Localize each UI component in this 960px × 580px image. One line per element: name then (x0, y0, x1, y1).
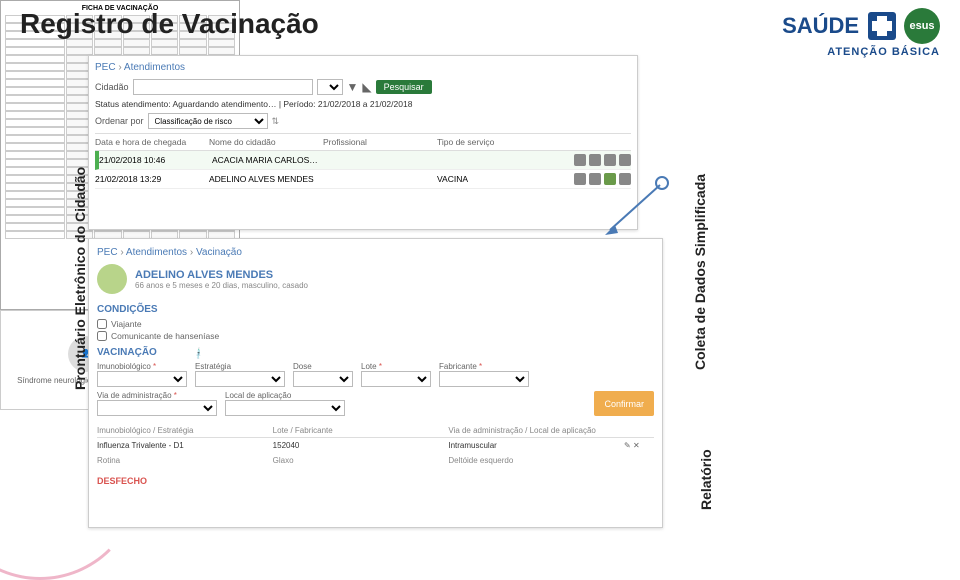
section-condicoes: CONDIÇÕES (97, 304, 654, 315)
patient-info: 66 anos e 5 meses e 20 dias, masculino, … (135, 281, 308, 290)
breadcrumb-pec[interactable]: PEC (95, 62, 116, 73)
status-line: Status atendimento: Aguardando atendimen… (95, 99, 631, 109)
action-icon[interactable] (619, 154, 631, 166)
lote-select[interactable] (361, 371, 431, 387)
logo-esus: esus (904, 8, 940, 44)
table-row[interactable]: 21/02/2018 13:29ADELINO ALVES MENDES VAC… (95, 170, 631, 189)
breadcrumb-atend: Atendimentos (124, 62, 185, 73)
sort-icon[interactable]: ⇅ (272, 116, 280, 127)
search-button[interactable]: Pesquisar (376, 80, 432, 94)
label-relatorio: Relatório (698, 430, 714, 510)
ordenar-label: Ordenar por (95, 116, 144, 126)
dose-select[interactable] (293, 371, 353, 387)
table-row[interactable]: 21/02/2018 10:46ACACIA MARIA CARLOS… (95, 151, 631, 170)
breadcrumb: PEC › Atendimentos › Vacinação (97, 247, 654, 258)
ordenar-select[interactable]: Classificação de risco (148, 113, 268, 129)
section-vacinacao: VACINAÇÃO (97, 347, 654, 358)
cross-icon (868, 12, 896, 40)
logo-subtitle: ATENÇÃO BÁSICA (782, 46, 940, 58)
estrategia-select[interactable] (195, 371, 285, 387)
section-desfecho: DESFECHO (97, 476, 654, 486)
local-select[interactable] (225, 400, 345, 416)
imuno-select[interactable] (97, 371, 187, 387)
action-icon[interactable] (589, 154, 601, 166)
avatar (97, 264, 127, 294)
applied-table: Imunobiológico / EstratégiaLote / Fabric… (97, 424, 654, 468)
vacinacao-panel: PEC › Atendimentos › Vacinação ADELINO A… (88, 238, 663, 528)
callout-arrow (600, 175, 670, 245)
chk-viajante[interactable]: Viajante (97, 319, 654, 329)
label-cds: Coleta de Dados Simplificada (692, 110, 708, 370)
logo-area: SAÚDE esus ATENÇÃO BÁSICA (782, 8, 940, 58)
filter-icon[interactable]: ▼ (347, 80, 359, 94)
action-icon[interactable] (574, 154, 586, 166)
action-icon[interactable] (604, 154, 616, 166)
page-title: Registro de Vacinação (20, 8, 319, 40)
cidadao-input[interactable] (133, 79, 313, 95)
fabricante-select[interactable] (439, 371, 529, 387)
breadcrumb-pec[interactable]: PEC (97, 247, 118, 258)
action-icon[interactable] (574, 173, 586, 185)
via-select[interactable] (97, 400, 217, 416)
funnel-icon[interactable]: ◣ (362, 80, 371, 94)
table-header: Data e hora de chegadaNome do cidadão Pr… (95, 133, 631, 151)
breadcrumb-vac: Vacinação (196, 247, 242, 258)
confirm-button[interactable]: Confirmar (594, 391, 654, 416)
patient-header: ADELINO ALVES MENDES 66 anos e 5 meses e… (97, 264, 654, 294)
label-pec: Prontuário Eletrônico do Cidadão (72, 130, 88, 390)
cidadao-label: Cidadão (95, 82, 129, 92)
cidadao-select[interactable] (317, 79, 343, 95)
chk-hanseniase[interactable]: Comunicante de hanseníase (97, 331, 654, 341)
breadcrumb-atend[interactable]: Atendimentos (126, 247, 187, 258)
patient-name: ADELINO ALVES MENDES (135, 269, 308, 281)
atendimentos-panel: PEC › Atendimentos Cidadão ▼ ◣ Pesquisar… (88, 55, 638, 230)
logo-saude: SAÚDE (782, 13, 859, 39)
edit-icon[interactable]: ✎ ✕ (624, 441, 654, 450)
breadcrumb: PEC › Atendimentos (95, 62, 631, 73)
